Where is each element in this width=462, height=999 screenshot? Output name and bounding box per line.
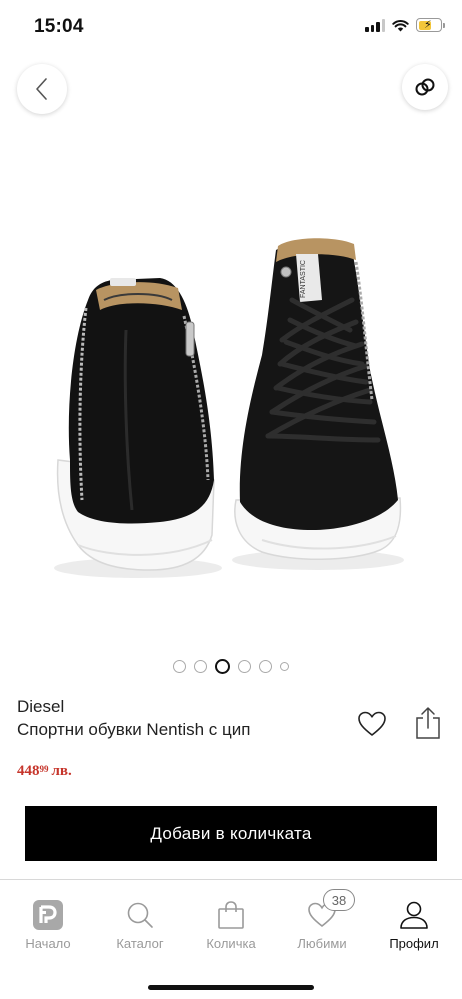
- svg-text:FANTASTIC: FANTASTIC: [300, 260, 307, 298]
- wifi-icon: [392, 19, 409, 31]
- nav-item-cart[interactable]: Количка: [185, 880, 277, 960]
- status-bar: 15:04 ⚡: [0, 0, 462, 56]
- price-currency: лв.: [51, 763, 72, 779]
- back-button[interactable]: [17, 64, 67, 114]
- home-logo-icon: [33, 898, 63, 932]
- user-icon: [399, 898, 429, 932]
- carousel-dot[interactable]: [280, 662, 289, 671]
- carousel-dot[interactable]: [238, 660, 251, 673]
- battery-icon: ⚡: [416, 18, 445, 32]
- nav-label: Количка: [206, 936, 256, 951]
- price-main: 448: [17, 763, 40, 779]
- carousel-dot[interactable]: [194, 660, 207, 673]
- heart-icon: 38: [307, 889, 355, 932]
- heart-icon: [358, 711, 386, 736]
- bottom-navigation: Начало Каталог Количка 38 Любими Профил: [0, 879, 462, 999]
- nav-item-catalog[interactable]: Каталог: [94, 880, 186, 960]
- price-cents: 99: [39, 764, 49, 774]
- nav-item-favorites[interactable]: 38 Любими: [276, 880, 368, 960]
- chevron-left-icon: [36, 78, 47, 100]
- nav-label: Начало: [25, 936, 71, 951]
- search-icon: [125, 898, 155, 932]
- share-icon: [416, 707, 440, 739]
- share-button[interactable]: [414, 706, 442, 740]
- image-carousel-dots: [0, 659, 462, 674]
- nav-label: Профил: [389, 936, 439, 951]
- home-indicator[interactable]: [148, 985, 314, 990]
- product-brand[interactable]: Diesel: [17, 697, 64, 717]
- copy-link-button[interactable]: [402, 64, 448, 110]
- nav-label: Любими: [297, 936, 347, 951]
- product-photo-sneakers: FANTASTIC: [54, 238, 404, 578]
- product-image[interactable]: FANTASTIC: [0, 150, 462, 650]
- carousel-dot[interactable]: [173, 660, 186, 673]
- carousel-dot-active[interactable]: [215, 659, 230, 674]
- product-name: Спортни обувки Nentish с цип: [17, 720, 251, 739]
- status-icons: ⚡: [365, 18, 445, 32]
- add-to-cart-button[interactable]: Добави в количката: [25, 806, 437, 861]
- carousel-dot[interactable]: [259, 660, 272, 673]
- bag-icon: [216, 898, 246, 932]
- cellular-signal-icon: [365, 18, 385, 32]
- nav-label: Каталог: [116, 936, 164, 951]
- link-icon: [415, 78, 435, 96]
- nav-item-profile[interactable]: Профил: [368, 880, 460, 960]
- product-price: 448 99 лв.: [17, 763, 72, 780]
- nav-item-home[interactable]: Начало: [2, 880, 94, 960]
- status-time: 15:04: [34, 16, 84, 37]
- add-to-favorites-button[interactable]: [357, 710, 387, 738]
- favorites-count-badge: 38: [323, 889, 355, 911]
